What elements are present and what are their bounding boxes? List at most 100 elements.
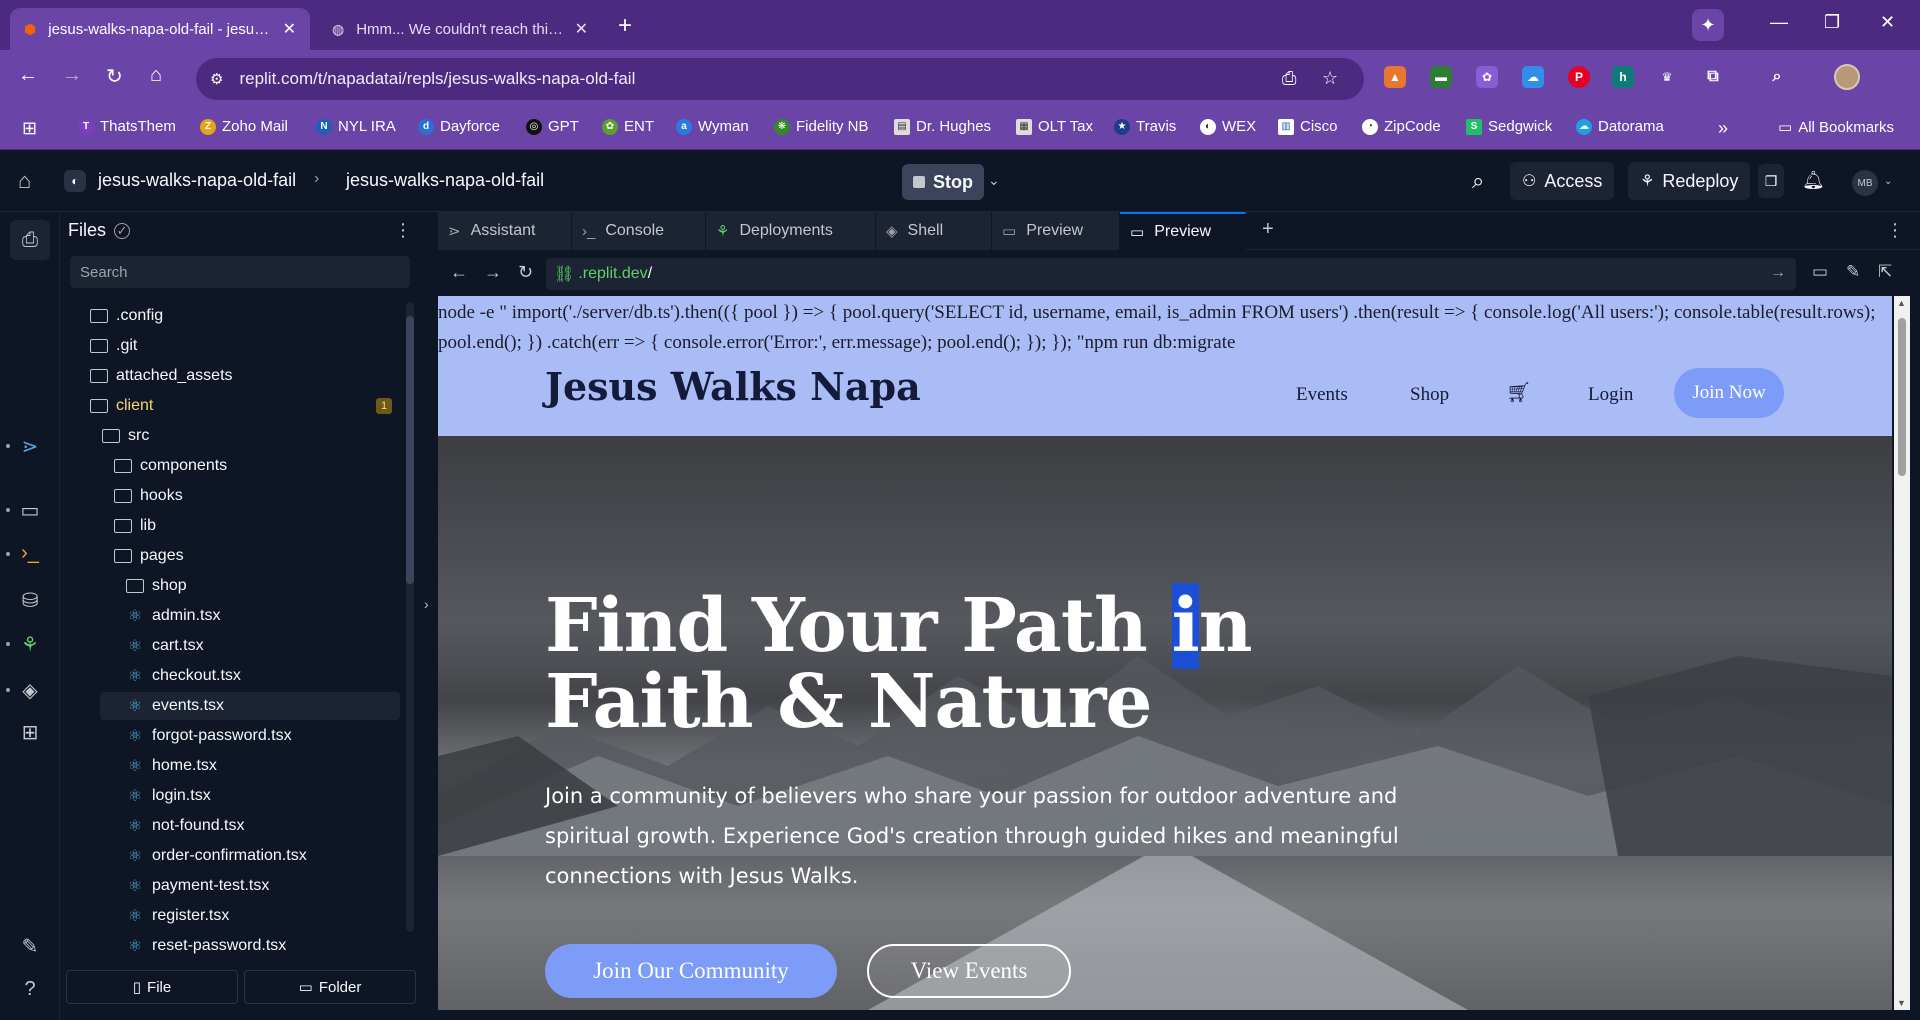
reload-icon[interactable]: ↻: [106, 64, 123, 89]
bookmark-item[interactable]: ★ Travis: [1114, 118, 1176, 135]
scroll-up-icon[interactable]: ▲: [1897, 298, 1906, 308]
home-icon[interactable]: ⌂: [18, 168, 31, 194]
repl-icon[interactable]: ◐: [64, 170, 86, 192]
tab-preview-active[interactable]: ▭ Preview: [1120, 212, 1246, 250]
avatar[interactable]: MB: [1852, 170, 1878, 196]
redeploy-button[interactable]: ⚘ Redeploy: [1628, 162, 1751, 200]
folder-tree-item[interactable]: .config: [60, 302, 400, 330]
bookmarks-overflow-icon[interactable]: »: [1718, 118, 1728, 139]
close-tab-icon[interactable]: ✕: [575, 19, 588, 39]
extension-icon[interactable]: h: [1612, 66, 1634, 88]
file-tree-item[interactable]: ⚛ events.tsx: [100, 692, 400, 720]
file-tree-item[interactable]: ⚛ order-confirmation.tsx: [60, 842, 400, 870]
breadcrumb-repl-name[interactable]: jesus-walks-napa-old-fail: [346, 170, 544, 191]
nav-link-shop[interactable]: Shop: [1410, 384, 1449, 406]
address-bar-url[interactable]: replit.com/t/napadatai/repls/jesus-walks…: [239, 69, 635, 89]
console-icon[interactable]: ›_: [18, 542, 42, 565]
bookmark-item[interactable]: ▤ Dr. Hughes: [894, 118, 991, 135]
bookmark-item[interactable]: ❋ Fidelity NB: [774, 118, 869, 135]
preview-url-input[interactable]: ⛓ .replit.dev / →: [546, 258, 1796, 290]
more-options-icon[interactable]: ⋮: [394, 220, 412, 241]
bookmark-item[interactable]: ✿ ENT: [602, 118, 654, 135]
file-tree-item[interactable]: ⚛ login.tsx: [60, 782, 400, 810]
tab-assistant[interactable]: ⋗ Assistant: [438, 212, 572, 250]
minimize-icon[interactable]: —: [1770, 12, 1788, 33]
bookmark-item[interactable]: ▦ OLT Tax: [1016, 118, 1093, 135]
bookmark-star-icon[interactable]: ☆: [1322, 68, 1338, 89]
feedback-icon[interactable]: ✎: [18, 934, 42, 959]
folder-tree-item[interactable]: shop: [60, 572, 400, 600]
folder-tree-item[interactable]: pages: [60, 542, 400, 570]
file-tree-item[interactable]: ⚛ cart.tsx: [60, 632, 400, 660]
folder-tree-item[interactable]: components: [60, 452, 400, 480]
tab-console[interactable]: ›_ Console: [572, 212, 706, 250]
bookmark-item[interactable]: ◐ WEX: [1200, 118, 1256, 135]
bookmark-item[interactable]: a Wyman: [676, 118, 749, 135]
file-tree-item[interactable]: ⚛ admin.tsx: [60, 602, 400, 630]
pinterest-icon[interactable]: P: [1568, 66, 1590, 88]
nav-link-events[interactable]: Events: [1296, 384, 1348, 406]
join-now-button[interactable]: Join Now: [1674, 368, 1784, 418]
extensions-puzzle-icon[interactable]: ⧉: [1702, 66, 1724, 88]
view-events-button[interactable]: View Events: [867, 944, 1071, 998]
bookmark-item[interactable]: d Dayforce: [418, 118, 500, 135]
search-icon[interactable]: ⌕: [1472, 168, 1484, 194]
browser-tab[interactable]: ◍ Hmm... We couldn't reach this app ✕: [318, 8, 602, 50]
file-tree-item[interactable]: ⚛ forgot-password.tsx: [60, 722, 400, 750]
all-bookmarks-button[interactable]: ▭ All Bookmarks: [1778, 118, 1894, 137]
back-icon[interactable]: ←: [450, 262, 468, 283]
shell-icon[interactable]: ◈: [18, 678, 42, 703]
scroll-down-icon[interactable]: ▼: [1897, 998, 1906, 1008]
chevron-down-icon[interactable]: ⌄: [1884, 176, 1892, 187]
scrollbar-thumb[interactable]: [1898, 318, 1906, 476]
tab-search-icon[interactable]: ⌕: [1766, 66, 1788, 88]
all-tools-icon[interactable]: ⊞: [18, 720, 42, 745]
deployments-status-icon[interactable]: ❐: [1758, 164, 1784, 198]
bookmark-item[interactable]: ◔ ZipCode: [1362, 118, 1441, 135]
file-tree-item[interactable]: ⚛ register.tsx: [60, 902, 400, 930]
bookmark-item[interactable]: ▥ Cisco: [1278, 118, 1338, 135]
profile-avatar[interactable]: [1834, 64, 1860, 90]
bookmark-item[interactable]: Z Zoho Mail: [200, 118, 288, 135]
new-file-button[interactable]: ▯ File: [66, 970, 238, 1004]
apps-grid-icon[interactable]: ⊞: [22, 118, 37, 139]
extension-icon[interactable]: ▬: [1430, 66, 1452, 88]
bookmark-item[interactable]: N NYL IRA: [316, 118, 396, 135]
site-brand[interactable]: Jesus Walks Napa: [545, 364, 921, 409]
preview-scrollbar[interactable]: ▲ ▼: [1894, 296, 1910, 1010]
close-tab-icon[interactable]: ✕: [283, 19, 296, 39]
close-window-icon[interactable]: ✕: [1880, 12, 1895, 33]
add-tab-icon[interactable]: +: [1262, 218, 1274, 241]
arrow-right-icon[interactable]: →: [1770, 264, 1786, 282]
scrollbar[interactable]: [406, 302, 414, 932]
extension-icon[interactable]: ▲: [1384, 66, 1406, 88]
home-icon[interactable]: ⌂: [150, 64, 162, 87]
file-tree-item[interactable]: ⚛ not-found.tsx: [60, 812, 400, 840]
deployments-icon[interactable]: ⚘: [18, 632, 42, 657]
scrollbar-thumb[interactable]: [406, 316, 414, 584]
folder-tree-item[interactable]: src: [60, 422, 400, 450]
folder-tree-item[interactable]: hooks: [60, 482, 400, 510]
restore-icon[interactable]: ❐: [1824, 12, 1840, 33]
install-app-icon[interactable]: ⎙: [1282, 68, 1296, 89]
extension-cloud-icon[interactable]: ☁: [1522, 66, 1544, 88]
new-tab-button[interactable]: +: [618, 12, 632, 40]
gemini-sparkle-icon[interactable]: ✦: [1692, 9, 1724, 41]
chevron-down-icon[interactable]: ⌄: [988, 172, 1000, 189]
nav-link-login[interactable]: Login: [1588, 384, 1633, 406]
file-tree-item[interactable]: ⚛ home.tsx: [60, 752, 400, 780]
access-button[interactable]: ⚇ Access: [1510, 162, 1615, 200]
database-icon[interactable]: ⛁: [18, 588, 42, 613]
tab-shell[interactable]: ◈ Shell: [876, 212, 992, 250]
stop-button[interactable]: Stop: [902, 164, 984, 200]
more-options-icon[interactable]: ⋮: [1886, 220, 1904, 241]
bookmark-item[interactable]: ◎ GPT: [526, 118, 579, 135]
devtools-wrench-icon[interactable]: ✎: [1846, 262, 1860, 282]
file-tree-item[interactable]: ⚛ payment-test.tsx: [60, 872, 400, 900]
collapse-panel-icon[interactable]: ›: [424, 596, 429, 612]
folder-tree-item[interactable]: client: [60, 392, 400, 420]
new-folder-button[interactable]: ▭ Folder: [244, 970, 416, 1004]
bookmark-item[interactable]: S Sedgwick: [1466, 118, 1552, 135]
file-tree-item[interactable]: ⚛ checkout.tsx: [60, 662, 400, 690]
back-icon[interactable]: ←: [18, 64, 38, 87]
